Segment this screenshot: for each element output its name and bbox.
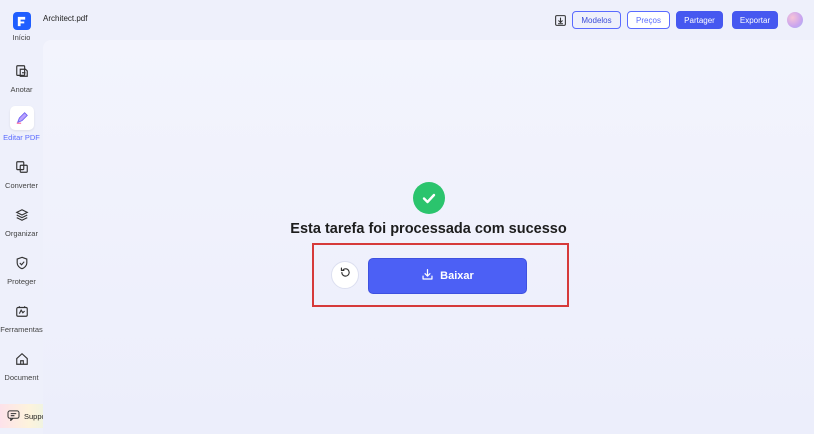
sidebar-item-converter[interactable]: Converter xyxy=(0,156,43,190)
download-icon xyxy=(421,268,434,284)
layers-icon xyxy=(11,204,33,226)
redo-button[interactable] xyxy=(331,261,359,289)
chat-icon xyxy=(7,409,20,423)
sidebar-item-ferramentas[interactable]: Ferramentas xyxy=(0,300,43,334)
sidebar-item-label: Proteger xyxy=(7,277,36,286)
sidebar-item-document[interactable]: Document xyxy=(0,348,43,382)
sidebar-item-label: Anotar xyxy=(10,85,33,94)
sidebar-item-organizar[interactable]: Organizar xyxy=(0,204,43,238)
sidebar-item-label: Converter xyxy=(5,181,38,190)
sidebar-item-anotar[interactable]: Anotar xyxy=(0,60,43,94)
download-tray-icon[interactable] xyxy=(552,12,568,28)
refresh-icon xyxy=(339,266,352,284)
document-title: Architect.pdf xyxy=(43,14,88,23)
main-content: Esta tarefa foi processada com sucesso B… xyxy=(43,40,814,434)
shield-icon xyxy=(11,252,33,274)
header: Architect.pdf Modelos Preços Partager Ex… xyxy=(43,0,814,40)
download-label: Baixar xyxy=(440,270,474,282)
precos-button[interactable]: Preços xyxy=(627,11,670,29)
sidebar-item-label: Document xyxy=(4,373,39,382)
sidebar: Início Anotar Editar PDF Converter Organ… xyxy=(0,0,43,434)
sidebar-item-inicio[interactable]: Início xyxy=(0,12,43,42)
download-button[interactable]: Baixar xyxy=(368,258,527,294)
sidebar-item-editar-pdf[interactable]: Editar PDF xyxy=(0,106,43,142)
avatar[interactable] xyxy=(787,12,803,28)
sidebar-item-label: Editar PDF xyxy=(3,133,40,142)
home-icon xyxy=(11,348,33,370)
sidebar-item-label: Ferramentas xyxy=(0,325,43,334)
sidebar-item-label: Organizar xyxy=(5,229,38,238)
exportar-button[interactable]: Exportar xyxy=(732,11,778,29)
success-check-icon xyxy=(413,182,445,214)
success-message: Esta tarefa foi processada com sucesso xyxy=(290,221,567,237)
annotate-icon xyxy=(11,60,33,82)
sidebar-item-label: Início xyxy=(12,33,31,42)
partager-button[interactable]: Partager xyxy=(676,11,723,29)
app-logo-icon xyxy=(12,12,31,30)
modelos-button[interactable]: Modelos xyxy=(572,11,621,29)
convert-icon xyxy=(11,156,33,178)
edit-pdf-icon xyxy=(9,106,34,130)
sidebar-item-proteger[interactable]: Proteger xyxy=(0,252,43,286)
tools-icon xyxy=(11,300,33,322)
